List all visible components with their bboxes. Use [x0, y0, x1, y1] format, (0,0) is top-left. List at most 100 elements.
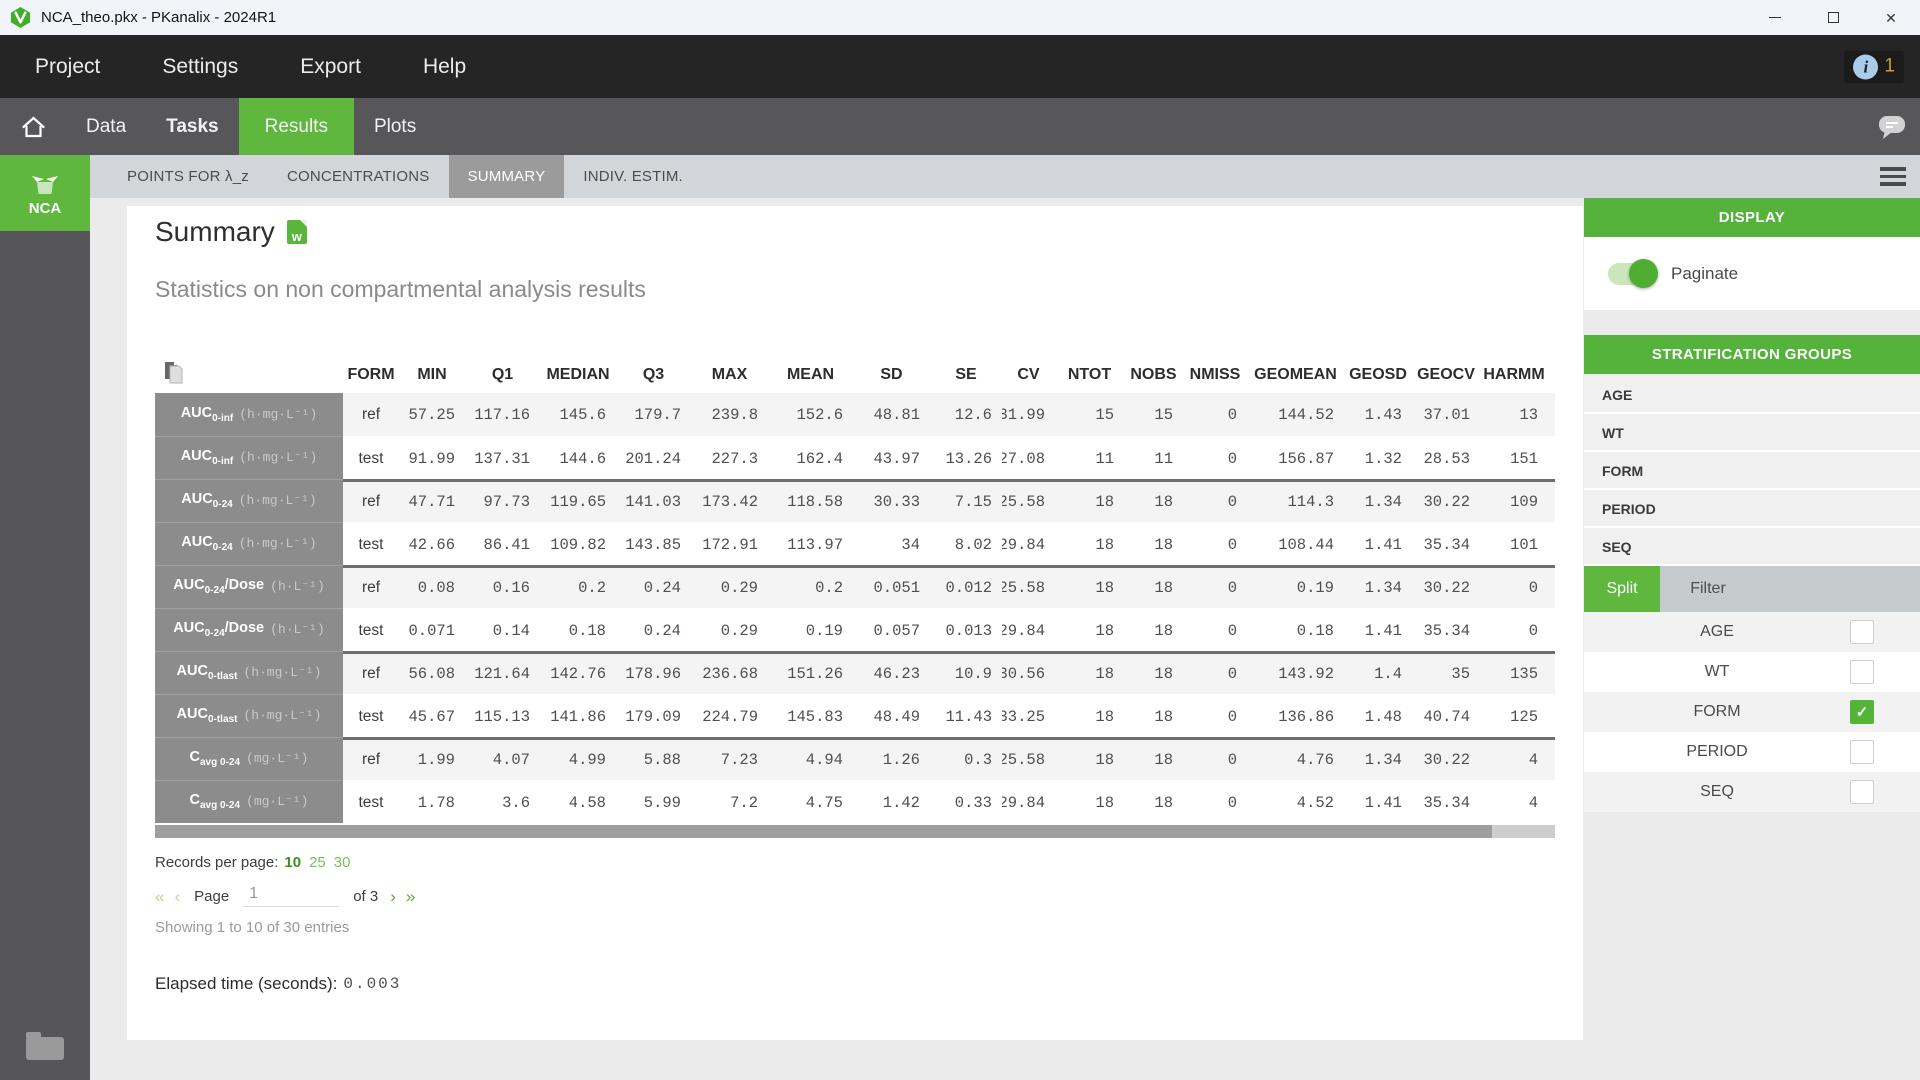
cell-geocv: 35: [1412, 654, 1480, 694]
cell-q1: 86.41: [465, 524, 540, 565]
cell-geocv: 30.22: [1412, 740, 1480, 780]
tab-results[interactable]: Results: [239, 98, 354, 155]
subtab-concentrations[interactable]: CONCENTRATIONS: [268, 155, 449, 198]
cell-q3: 201.24: [616, 438, 691, 479]
nav-bar: DataTasksResultsPlots: [0, 98, 1920, 155]
cell-geocv: 35.34: [1412, 610, 1480, 651]
next-page-button[interactable]: ›: [390, 888, 396, 905]
page-input[interactable]: [243, 885, 339, 907]
cell-cv: 29.84: [1002, 782, 1055, 823]
table-row: Cavg 0-24(mg·L⁻¹)ref1.994.074.995.887.23…: [155, 737, 1555, 780]
page-of-label: of 3: [353, 888, 378, 905]
prev-page-button[interactable]: ‹: [174, 888, 180, 905]
parameter-unit: (h·mg·L⁻¹): [239, 536, 317, 551]
cell-median: 4.58: [540, 782, 616, 823]
cell-median: 144.6: [540, 438, 616, 479]
summary-card: Summary w Statistics on non compartmenta…: [127, 206, 1583, 1040]
paginate-toggle[interactable]: [1608, 263, 1655, 285]
table-body: AUC0-inf(h·mg·L⁻¹)ref57.25117.16145.6179…: [155, 393, 1555, 823]
menu-help[interactable]: Help: [423, 55, 466, 79]
horizontal-scrollbar[interactable]: [155, 825, 1555, 838]
subtab-points-for-z[interactable]: POINTS FOR λ_z: [108, 155, 268, 198]
first-page-button[interactable]: «: [155, 888, 164, 905]
pagination-row: « ‹ Page of 3 › »: [155, 885, 1555, 907]
cell-ntot: 18: [1055, 654, 1124, 694]
menu-export[interactable]: Export: [300, 55, 361, 79]
cell-nobs: 18: [1124, 654, 1183, 694]
menu-settings[interactable]: Settings: [162, 55, 238, 79]
export-word-button[interactable]: w: [287, 220, 307, 244]
split-option-label: AGE: [1584, 623, 1850, 641]
cell-mean: 152.6: [768, 393, 853, 436]
cell-max: 7.23: [691, 740, 768, 780]
split-option-row: SEQ: [1584, 772, 1920, 812]
strat-group-seq[interactable]: SEQ: [1584, 528, 1920, 566]
cell-cv: 31.99: [1002, 393, 1055, 436]
row-values: test45.67115.13141.86179.09224.79145.834…: [343, 694, 1555, 737]
tab-split[interactable]: Split: [1584, 566, 1660, 612]
menu-project[interactable]: Project: [35, 55, 100, 79]
project-folder-button[interactable]: [26, 1037, 64, 1060]
feedback-button[interactable]: [1876, 98, 1908, 155]
checkbox-period[interactable]: [1850, 740, 1874, 764]
sidebar-item-nca[interactable]: NCA: [0, 155, 90, 231]
cell-geosd: 1.34: [1344, 482, 1412, 522]
checkbox-seq[interactable]: [1850, 780, 1874, 804]
checkbox-form[interactable]: ✓: [1850, 700, 1874, 724]
row-parameter-label: AUC0-tlast(h·mg·L⁻¹): [155, 694, 343, 737]
menu-items: Project Settings Export Help: [0, 55, 528, 79]
maximize-button[interactable]: [1804, 0, 1862, 35]
table-row: AUC0-inf(h·mg·L⁻¹)test91.99137.31144.620…: [155, 436, 1555, 479]
split-option-row: FORM✓: [1584, 692, 1920, 732]
tab-plots[interactable]: Plots: [354, 98, 436, 155]
scrollbar-thumb[interactable]: [155, 825, 1492, 838]
panel-menu-button[interactable]: [1880, 155, 1906, 198]
checkbox-age[interactable]: [1850, 620, 1874, 644]
column-header-geosd: GEOSD: [1344, 366, 1412, 384]
cell-cv: 27.08: [1002, 438, 1055, 479]
cell-sd: 1.42: [853, 782, 930, 823]
page-subtitle: Statistics on non compartmental analysis…: [155, 276, 1555, 303]
table-row: AUC0-tlast(h·mg·L⁻¹)test45.67115.13141.8…: [155, 694, 1555, 737]
last-page-button[interactable]: »: [406, 888, 415, 905]
tab-tasks[interactable]: Tasks: [146, 98, 238, 155]
cell-se: 0.012: [930, 568, 1002, 608]
cell-nmiss: 0: [1183, 782, 1247, 823]
subtab-indiv-estim[interactable]: INDIV. ESTIM.: [564, 155, 702, 198]
home-button[interactable]: [0, 98, 66, 155]
elapsed-time-row: Elapsed time (seconds): 0.003: [155, 974, 1555, 994]
cell-nmiss: 0: [1183, 393, 1247, 436]
table-row: AUC0-24/Dose(h·L⁻¹)ref0.080.160.20.240.2…: [155, 565, 1555, 608]
cell-se: 13.26: [930, 438, 1002, 479]
copy-table-button[interactable]: [155, 361, 343, 390]
strat-group-form[interactable]: FORM: [1584, 452, 1920, 490]
cell-max: 172.91: [691, 524, 768, 565]
close-icon: ✕: [1885, 11, 1897, 25]
checkbox-wt[interactable]: [1850, 660, 1874, 684]
cell-sd: 46.23: [853, 654, 930, 694]
subtab-summary[interactable]: SUMMARY: [449, 155, 565, 198]
cell-harmm: 0: [1480, 610, 1548, 651]
column-header-form: FORM: [343, 366, 399, 384]
cell-mean: 145.83: [768, 696, 853, 737]
parameter-name: AUC0-inf: [181, 448, 234, 467]
close-button[interactable]: ✕: [1862, 0, 1920, 35]
strat-group-age[interactable]: AGE: [1584, 376, 1920, 414]
strat-group-wt[interactable]: WT: [1584, 414, 1920, 452]
tab-data[interactable]: Data: [66, 98, 146, 155]
records-option-25[interactable]: 25: [309, 854, 326, 871]
strat-group-period[interactable]: PERIOD: [1584, 490, 1920, 528]
content-area: Summary w Statistics on non compartmenta…: [90, 198, 1584, 1080]
parameter-unit: (h·mg·L⁻¹): [239, 450, 317, 465]
table-header-row: FORMMINQ1MEDIANQ3MAXMEANSDSECVNTOTNOBSNM…: [155, 357, 1555, 393]
records-option-30[interactable]: 30: [334, 854, 351, 871]
cell-nmiss: 0: [1183, 482, 1247, 522]
row-values: ref1.994.074.995.887.234.941.260.325.581…: [343, 737, 1555, 780]
cell-geomean: 143.92: [1247, 654, 1344, 694]
column-header-ntot: NTOT: [1055, 366, 1124, 384]
tab-filter[interactable]: Filter: [1660, 566, 1756, 612]
cell-nmiss: 0: [1183, 524, 1247, 565]
notifications-badge[interactable]: i 1: [1844, 50, 1904, 83]
minimize-button[interactable]: [1746, 0, 1804, 35]
records-option-10[interactable]: 10: [284, 854, 301, 871]
